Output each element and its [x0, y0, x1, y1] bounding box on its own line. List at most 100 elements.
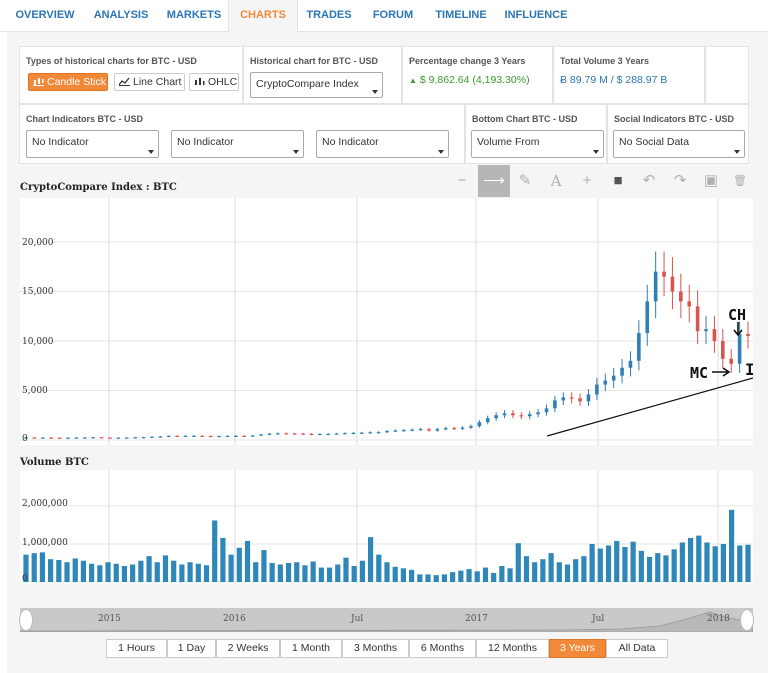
volume-chart [20, 470, 753, 584]
range-3-years-button[interactable]: 3 Years [549, 639, 606, 658]
arrow-right-icon[interactable]: ⟶ [478, 165, 510, 197]
volume-bar [367, 537, 374, 582]
indicator-select-3[interactable]: No Indicator [316, 130, 449, 158]
candle-stick-label: Candle Stick [47, 76, 106, 88]
candle-body [460, 427, 465, 429]
range-6-months-button[interactable]: 6 Months [409, 639, 476, 658]
candle-body [746, 334, 750, 337]
annotation-right-arrow [712, 367, 731, 377]
volume-bar [491, 572, 497, 582]
tab-markets[interactable]: MARKETS [164, 0, 224, 32]
candle-body [536, 412, 540, 415]
range-1-hours-button[interactable]: 1 Hours [106, 639, 167, 658]
tab-charts[interactable]: CHARTS [228, 0, 298, 33]
volume-bar [195, 563, 201, 582]
range-12-months-button[interactable]: 12 Months [476, 639, 549, 658]
volume-bar [400, 568, 407, 582]
range-1-day-button[interactable]: 1 Day [167, 639, 216, 658]
volume-bar [523, 556, 530, 582]
candle-body [225, 435, 230, 438]
range-3-months-button[interactable]: 3 Months [342, 639, 409, 658]
bottom-chart-select[interactable]: Volume From [471, 130, 604, 158]
plus-icon[interactable]: + [571, 165, 603, 197]
candle-body [544, 408, 549, 413]
volume-bar [89, 563, 95, 582]
chevron-down-icon [593, 150, 599, 154]
save-icon[interactable]: ▣ [695, 165, 727, 197]
historical-chart-select[interactable]: CryptoCompare Index [250, 72, 383, 98]
volume-bar [187, 562, 193, 582]
range-1-month-button[interactable]: 1 Month [280, 639, 342, 658]
volume-bar [458, 570, 464, 582]
volume-bar [482, 567, 489, 582]
volume-bar [203, 565, 210, 582]
historical-chart-label: Historical chart for BTC - USD [250, 56, 379, 66]
candle-body [569, 397, 574, 399]
candle-body [200, 435, 205, 437]
candle-body [91, 437, 95, 439]
tab-timeline[interactable]: TIMELINE [432, 0, 490, 32]
candle-body [695, 306, 700, 332]
candle-body [494, 415, 498, 419]
navigator-handle-right[interactable] [740, 609, 754, 631]
trash-icon[interactable]: 🗑 [724, 165, 756, 197]
navigator-sparkline [20, 611, 753, 632]
candle-body [242, 435, 247, 437]
candle-body [158, 436, 163, 438]
candle-body [276, 433, 280, 435]
trend-line [546, 377, 754, 437]
volume-bar [31, 553, 37, 582]
navigator-label-jul-2017: Jul [592, 614, 605, 624]
minus-icon[interactable]: − [446, 165, 478, 197]
text-icon[interactable]: A [540, 165, 572, 197]
candle-body [217, 436, 221, 438]
social-indicators-select[interactable]: No Social Data [613, 130, 745, 158]
historical-chart-box: Historical chart for BTC - USD CryptoCom… [243, 46, 402, 104]
redo-icon[interactable]: ↷ [664, 165, 696, 197]
tab-influence[interactable]: INFLUENCE [504, 0, 568, 32]
navigator[interactable]: 2015 2016 Jul 2017 Jul 2018 [19, 608, 754, 632]
volume-bar [737, 545, 743, 582]
volume-bar [646, 556, 653, 582]
undo-icon[interactable]: ↶ [633, 165, 665, 197]
candle-body [553, 400, 557, 409]
volume-y-tick-0: 0 [22, 574, 28, 584]
candle-body [620, 367, 624, 376]
ohlc-button[interactable]: OHLC [189, 73, 239, 91]
indicator-select-2[interactable]: No Indicator [171, 130, 304, 158]
percentage-change-text: $ 9,862.64 (4,193.30%) [419, 74, 530, 86]
candle-body [175, 435, 179, 438]
volume-bar [466, 569, 472, 582]
candle-body [183, 435, 188, 437]
tab-forum[interactable]: FORUM [369, 0, 417, 32]
navigator-handle-left[interactable] [19, 609, 33, 631]
pencil-icon[interactable]: ✎ [509, 165, 541, 197]
volume-bar [515, 543, 521, 582]
range-2-weeks-button[interactable]: 2 Weeks [216, 639, 280, 658]
chevron-down-icon [372, 90, 378, 94]
candle-body [645, 301, 650, 334]
candle-body [259, 434, 263, 436]
square-icon[interactable]: ■ [602, 165, 634, 197]
social-indicators-label: Social Indicators BTC - USD [614, 114, 735, 124]
tab-overview[interactable]: OVERVIEW [9, 0, 81, 32]
volume-bar [712, 546, 718, 582]
volume-bar [540, 559, 546, 582]
candle-body [234, 435, 238, 437]
line-chart-button[interactable]: Line Chart [114, 73, 185, 91]
candle-body [116, 437, 121, 439]
candle-stick-button[interactable]: Candle Stick [28, 73, 108, 91]
volume-bar [146, 556, 152, 582]
tab-trades[interactable]: TRADES [305, 0, 353, 32]
volume-bar [605, 545, 612, 582]
volume-bar [614, 540, 620, 582]
indicator-value-1: No Indicator [32, 136, 89, 148]
tab-analysis[interactable]: ANALYSIS [88, 0, 154, 32]
volume-bar [573, 559, 579, 582]
volume-bar [564, 564, 571, 582]
range-all-data-button[interactable]: All Data [606, 639, 668, 658]
candle-body [427, 429, 431, 431]
candle-body [309, 433, 314, 436]
chart-toolbar: − ⟶ ✎ A + ■ ↶ ↷ ▣ 🗑 [446, 165, 756, 197]
indicator-select-1[interactable]: No Indicator [26, 130, 159, 158]
